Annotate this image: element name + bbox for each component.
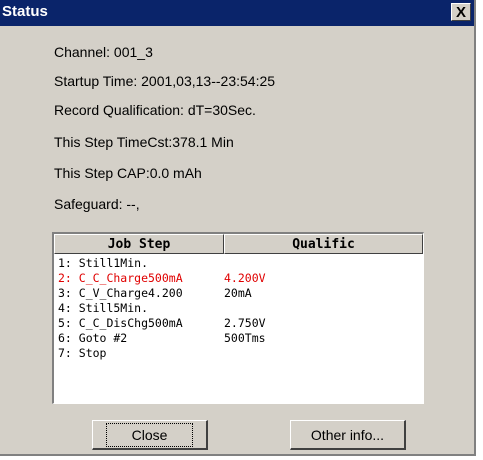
job-step-cell: 7: Stop — [58, 346, 107, 360]
title-bar[interactable]: Status X — [0, 0, 474, 26]
qualific-cell — [224, 346, 423, 361]
safeguard-label: Safeguard: --, — [54, 196, 140, 212]
close-button[interactable]: Close — [92, 420, 208, 450]
job-step-cell: 4: Still5Min. — [58, 301, 149, 315]
job-step-table[interactable]: Job Step Qualific 1: Still1Min. 2: C_C_Ch… — [52, 232, 424, 404]
job-step-cell: 1: Still1Min. — [58, 256, 149, 270]
qualific-cell: 4.200V — [224, 271, 266, 285]
qualific-cell: 20mA — [224, 286, 252, 300]
qualific-cell — [224, 301, 423, 316]
job-step-cell: 6: Goto #2 — [58, 331, 128, 345]
other-info-button[interactable]: Other info... — [290, 420, 406, 450]
startup-time-label: Startup Time: 2001,03,13--23:54:25 — [54, 73, 276, 89]
table-row[interactable]: 1: Still1Min. — [58, 256, 423, 271]
table-header: Job Step Qualific — [54, 234, 423, 254]
dialog-title: Status — [2, 3, 48, 20]
close-icon[interactable]: X — [451, 3, 471, 21]
table-row[interactable]: 3: C_V_Charge4.200 20mA — [58, 286, 423, 301]
job-step-cell: 2: C_C_Charge500mA — [58, 271, 183, 285]
record-qualification-label: Record Qualification: dT=30Sec. — [54, 102, 256, 118]
channel-label: Channel: 001_3 — [54, 44, 153, 60]
column-header-qualific[interactable]: Qualific — [224, 234, 423, 254]
qualific-cell: 2.750V — [224, 316, 266, 330]
other-info-button-label: Other info... — [310, 426, 385, 443]
qualific-cell — [224, 256, 423, 271]
job-step-cell: 3: C_V_Charge4.200 — [58, 286, 183, 300]
table-row[interactable]: 5: C_C_DisChg500mA 2.750V — [58, 316, 423, 331]
step-cap-label: This Step CAP:0.0 mAh — [54, 165, 202, 181]
table-row[interactable]: 2: C_C_Charge500mA 4.200V — [58, 271, 423, 286]
table-body: 1: Still1Min. 2: C_C_Charge500mA 4.200V 3: … — [58, 256, 423, 361]
step-time-label: This Step TimeCst:378.1 Min — [54, 134, 234, 150]
table-row[interactable]: 6: Goto #2 500Tms — [58, 331, 423, 346]
status-dialog: Status X Channel: 001_3 Startup Time: 20… — [0, 0, 476, 456]
close-button-label: Close — [105, 422, 194, 447]
table-row[interactable]: 4: Still5Min. — [58, 301, 423, 316]
job-step-cell: 5: C_C_DisChg500mA — [58, 316, 183, 330]
qualific-cell: 500Tms — [224, 331, 266, 345]
table-row[interactable]: 7: Stop — [58, 346, 423, 361]
column-header-job-step[interactable]: Job Step — [54, 234, 224, 254]
